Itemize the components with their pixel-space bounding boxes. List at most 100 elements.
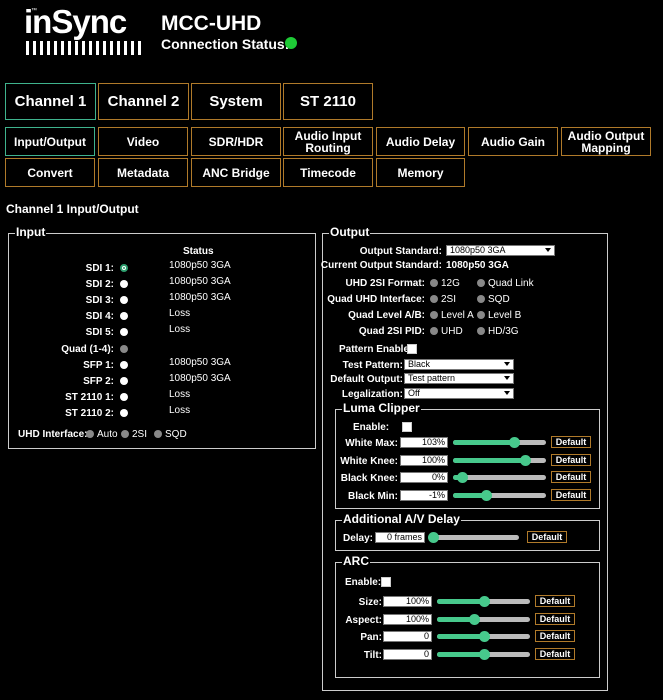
arc-size-slider-handle[interactable] [478, 596, 490, 607]
arc-pan-slider-handle[interactable] [478, 631, 490, 643]
tab-channel-1[interactable]: Channel 1 [5, 83, 96, 120]
input-panel: Input [8, 225, 316, 449]
quad-if-2si-radio[interactable] [430, 295, 438, 303]
input-st2110-1-radio[interactable] [120, 392, 128, 401]
tab-st-2110[interactable]: ST 2110 [283, 83, 373, 120]
delay-input[interactable]: 0 frames [375, 532, 425, 543]
quad-if-sqd-label: SQD [488, 294, 510, 305]
luma-enable-checkbox[interactable] [402, 422, 412, 432]
subtab-sdr-hdr[interactable]: SDR/HDR [191, 127, 281, 156]
subtab-timecode[interactable]: Timecode [283, 158, 373, 187]
subtab-audio-gain[interactable]: Audio Gain [468, 127, 558, 156]
tab-channel-2[interactable]: Channel 2 [98, 83, 189, 120]
input-sdi-1-status: 1080p50 3GA [169, 260, 231, 271]
luma-white-knee-input[interactable]: 100% [400, 454, 448, 466]
default-output-value: Test pattern [408, 373, 456, 383]
arc-pan-input[interactable]: 0 [383, 631, 432, 643]
delay-slider-handle[interactable] [428, 532, 439, 543]
subtab-metadata[interactable]: Metadata [98, 158, 188, 187]
arc-tilt-slider-handle[interactable] [478, 648, 490, 660]
arc-tilt-input[interactable]: 0 [383, 648, 432, 660]
quad-2si-pid-label: Quad 2SI PID: [358, 326, 425, 337]
luma-white-max-slider[interactable] [453, 437, 546, 448]
luma-white-knee-default-button[interactable]: Default [551, 453, 591, 466]
logo-text: inSync [24, 3, 127, 40]
output-standard-value: 1080p50 3GA [450, 245, 506, 255]
default-output-label: Default Output: [330, 374, 403, 385]
luma-black-min-slider-handle[interactable] [480, 490, 492, 502]
arc-size-slider[interactable] [437, 596, 530, 607]
output-standard-label: Output Standard: [359, 246, 442, 257]
arc-aspect-slider[interactable] [437, 613, 530, 625]
level-b-radio[interactable] [477, 311, 485, 319]
luma-black-min-slider[interactable] [453, 490, 546, 502]
legalization-select[interactable]: Off [404, 388, 514, 399]
input-sdi-1-radio[interactable] [120, 264, 128, 272]
luma-black-min-default-button[interactable]: Default [551, 489, 591, 502]
level-a-label: Level A [441, 310, 474, 321]
input-st2110-2-radio[interactable] [120, 408, 128, 417]
luma-white-knee-label: White Knee: [340, 455, 398, 467]
arc-size-default-button[interactable]: Default [535, 595, 575, 607]
arc-enable-label: Enable: [345, 577, 382, 588]
tab-system[interactable]: System [191, 83, 281, 120]
quad-uhd-interface-label: Quad UHD Interface: [327, 294, 425, 305]
output-standard-select[interactable]: 1080p50 3GA [446, 245, 555, 256]
arc-enable-checkbox[interactable] [381, 577, 391, 587]
luma-black-min-label: Black Min: [347, 491, 398, 503]
luma-black-knee-default-button[interactable]: Default [551, 471, 591, 484]
test-pattern-select[interactable]: Black [404, 359, 514, 370]
default-output-select[interactable]: Test pattern [404, 373, 514, 384]
level-a-radio[interactable] [430, 311, 438, 319]
luma-black-min-input[interactable]: -1% [400, 490, 448, 502]
chevron-down-icon [504, 362, 510, 366]
arc-pan-slider-fill [437, 634, 484, 640]
luma-white-max-default-button[interactable]: Default [551, 436, 591, 448]
legalization-value: Off [408, 388, 420, 398]
input-sfp-1-radio[interactable] [120, 360, 128, 369]
arc-aspect-input[interactable]: 100% [383, 613, 432, 625]
format-12g-label: 12G [441, 278, 460, 289]
uhd-sqd-radio[interactable] [154, 430, 162, 438]
pid-hd3g-radio[interactable] [477, 327, 485, 335]
arc-pan-default-button[interactable]: Default [535, 630, 575, 643]
uhd-sqd-label: SQD [165, 429, 187, 440]
input-quad-1-4-radio[interactable] [120, 344, 128, 353]
uhd-auto-radio[interactable] [86, 430, 94, 438]
subtab-memory[interactable]: Memory [376, 158, 465, 187]
subtab-audio-input-routing[interactable]: Audio Input Routing [283, 127, 373, 156]
uhd-2si-radio[interactable] [121, 430, 129, 438]
quad-if-sqd-radio[interactable] [477, 295, 485, 303]
device-title: MCC-UHD [161, 12, 262, 35]
arc-size-input[interactable]: 100% [383, 596, 432, 607]
luma-black-knee-input[interactable]: 0% [400, 472, 448, 484]
subtab-anc-bridge[interactable]: ANC Bridge [191, 158, 281, 187]
subtab-audio-delay[interactable]: Audio Delay [376, 127, 465, 156]
subtab-video[interactable]: Video [98, 127, 188, 156]
pid-uhd-radio[interactable] [430, 327, 438, 335]
input-st2110-2-label: ST 2110 2: [65, 407, 114, 419]
luma-white-max-input[interactable]: 103% [400, 437, 448, 448]
output-legend: Output [329, 225, 371, 239]
connection-status-label: Connection Status: [161, 36, 290, 52]
luma-white-knee-slider[interactable] [453, 454, 546, 466]
arc-aspect-default-button[interactable]: Default [535, 612, 575, 625]
arc-aspect-slider-handle[interactable] [469, 613, 481, 625]
input-sdi-2-status: 1080p50 3GA [169, 276, 231, 288]
delay-slider[interactable] [428, 532, 519, 543]
subtab-audio-output-mapping[interactable]: Audio Output Mapping [561, 127, 651, 156]
input-sfp-2-radio[interactable] [120, 376, 128, 385]
luma-white-max-slider-fill [453, 440, 515, 445]
subtab-input-output[interactable]: Input/Output [5, 127, 95, 156]
luma-white-knee-slider-handle[interactable] [519, 454, 531, 466]
subtab-convert[interactable]: Convert [5, 158, 95, 187]
format-12g-radio[interactable] [430, 279, 438, 287]
input-sfp-1-status: 1080p50 3GA [169, 356, 231, 368]
delay-default-button[interactable]: Default [527, 531, 567, 543]
arc-tilt-slider[interactable] [437, 648, 530, 660]
pattern-enable-checkbox[interactable] [407, 344, 417, 354]
arc-tilt-default-button[interactable]: Default [535, 647, 575, 660]
luma-black-knee-slider[interactable] [453, 472, 546, 484]
format-quad-link-radio[interactable] [477, 279, 485, 287]
arc-pan-slider[interactable] [437, 631, 530, 643]
